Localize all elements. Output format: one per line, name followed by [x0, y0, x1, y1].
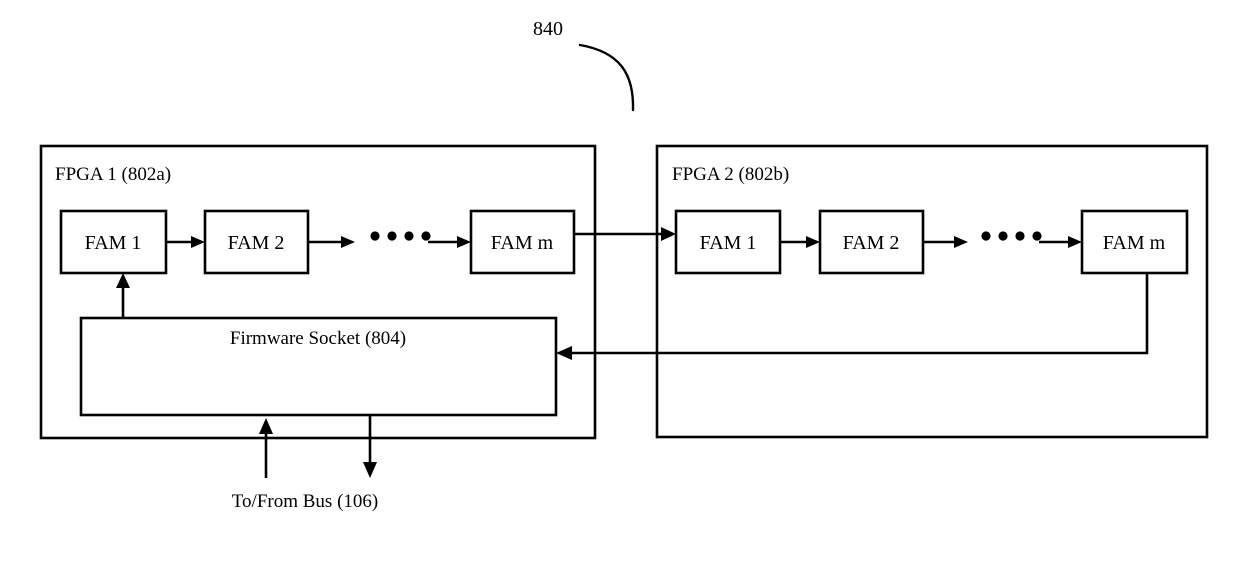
- fpga2-ellipsis-dot-2: [998, 231, 1008, 241]
- fpga1-arrowhead-dots: [341, 236, 355, 248]
- fpga2-title: FPGA 2 (802b): [672, 164, 789, 185]
- fpga2-boundary: [655, 144, 1209, 439]
- block-diagram-svg: 840 FPGA 1 (802a) FPGA 2 (802b) FAM 1 FA…: [39, 18, 1209, 512]
- fpga1-ellipsis-dot-4: [421, 231, 431, 241]
- reference-numeral-840: 840: [533, 18, 563, 40]
- fpga2-famm-label: FAM m: [1103, 232, 1166, 254]
- fpga1-arrowhead-fam2: [191, 236, 205, 248]
- firmware-socket-label: Firmware Socket (804): [230, 328, 406, 349]
- fpga1-ellipsis-dot-3: [404, 231, 414, 241]
- fpga1-famm-label: FAM m: [491, 232, 554, 254]
- reference-leader-line: [578, 43, 635, 112]
- fpga2-arrowhead-dots: [954, 236, 968, 248]
- fpga2-fam1-label: FAM 1: [700, 232, 757, 254]
- fpga2-fam2-label: FAM 2: [843, 232, 900, 254]
- fpga1-arrowhead-famm: [457, 236, 471, 248]
- fpga2-ellipsis-dot-4: [1032, 231, 1042, 241]
- fpga1-fam1-label: FAM 1: [85, 232, 142, 254]
- interfpga-forward-arrowhead: [661, 227, 676, 241]
- fpga2-arrowhead-fam2: [806, 236, 820, 248]
- bus-outbound-arrowhead: [363, 462, 377, 478]
- fpga1-ellipsis-dot-1: [370, 231, 380, 241]
- return-path-arrowhead: [556, 346, 572, 360]
- fpga1-fam2-label: FAM 2: [228, 232, 285, 254]
- fpga2-ellipsis-dot-1: [981, 231, 991, 241]
- fpga2-ellipsis-dot-3: [1015, 231, 1025, 241]
- figure-840-canvas: 840 FPGA 1 (802a) FPGA 2 (802b) FAM 1 FA…: [0, 0, 1240, 566]
- bus-inbound-arrowhead: [259, 418, 273, 434]
- fpga2-arrowhead-famm: [1068, 236, 1082, 248]
- return-path-line: [568, 273, 1149, 355]
- socket-to-fam1-arrowhead: [116, 273, 130, 288]
- fpga1-ellipsis-dot-2: [387, 231, 397, 241]
- bus-label: To/From Bus (106): [232, 491, 378, 512]
- fpga1-title: FPGA 1 (802a): [55, 164, 171, 185]
